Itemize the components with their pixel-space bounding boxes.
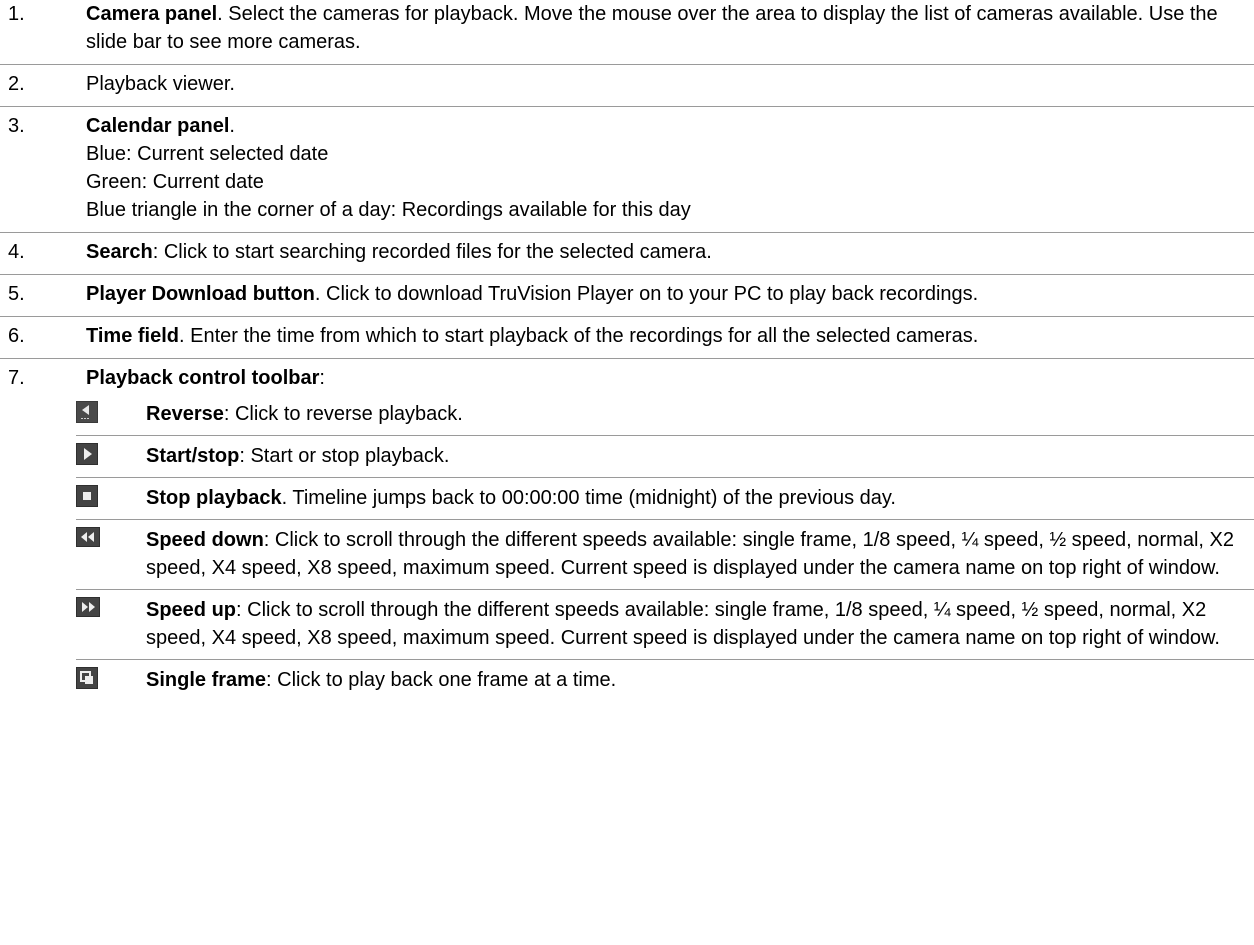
list-item: 7. Playback control toolbar: — [0, 359, 1254, 394]
item-number: 6. — [8, 325, 25, 347]
item-title: Player Download button — [86, 283, 315, 305]
toolbar-item-description: Speed down: Click to scroll through the … — [146, 529, 1234, 579]
item-description: Calendar panel. Blue: Current selected d… — [86, 112, 1254, 224]
single-frame-icon — [76, 666, 146, 689]
item-number: 5. — [8, 283, 25, 305]
play-icon — [76, 442, 146, 465]
item-description: Camera panel. Select the cameras for pla… — [86, 3, 1218, 53]
toolbar-item-title: Speed down — [146, 529, 264, 551]
item-title: Time field — [86, 325, 179, 347]
item-description: Time field. Enter the time from which to… — [86, 325, 979, 347]
item-number: 4. — [8, 241, 25, 263]
item-title: Search — [86, 241, 153, 263]
toolbar-item: Stop playback. Timeline jumps back to 00… — [76, 478, 1254, 520]
item-number: 3. — [8, 115, 25, 137]
toolbar-item-description: Start/stop: Start or stop playback. — [146, 445, 450, 467]
toolbar-item-title: Stop playback — [146, 487, 282, 509]
calendar-legend-line: Blue triangle in the corner of a day: Re… — [86, 199, 691, 221]
speed-down-icon — [76, 526, 146, 547]
list-item: 4. Search: Click to start searching reco… — [0, 233, 1254, 275]
item-description: Search: Click to start searching recorde… — [86, 241, 712, 263]
list-item: 3. Calendar panel. Blue: Current selecte… — [0, 107, 1254, 233]
list-item: 1. Camera panel. Select the cameras for … — [0, 0, 1254, 65]
toolbar-item: Speed down: Click to scroll through the … — [76, 520, 1254, 590]
toolbar-item-description: Single frame: Click to play back one fra… — [146, 669, 617, 691]
toolbar-item-title: Speed up — [146, 599, 237, 621]
item-description: Playback control toolbar: — [86, 367, 325, 389]
list-item: 6. Time field. Enter the time from which… — [0, 317, 1254, 359]
list-item: 5. Player Download button. Click to down… — [0, 275, 1254, 317]
toolbar-item-title: Single frame — [146, 669, 267, 691]
item-title: Camera panel — [86, 3, 218, 25]
item-description: Playback viewer. — [86, 73, 235, 95]
toolbar-item-description: Reverse: Click to reverse playback. — [146, 403, 463, 425]
toolbar-item: Single frame: Click to play back one fra… — [76, 660, 1254, 701]
item-number: 7. — [8, 367, 25, 389]
stop-icon — [76, 484, 146, 507]
item-number: 2. — [8, 73, 25, 95]
toolbar-item-title: Reverse — [146, 403, 224, 425]
item-title: Playback control toolbar — [86, 367, 320, 389]
toolbar-item: Speed up: Click to scroll through the di… — [76, 590, 1254, 660]
toolbar-item: Start/stop: Start or stop playback. — [76, 436, 1254, 478]
toolbar-item: Reverse: Click to reverse playback. — [76, 394, 1254, 436]
toolbar-item-description: Stop playback. Timeline jumps back to 00… — [146, 487, 896, 509]
item-title: Calendar panel — [86, 115, 230, 137]
reverse-icon — [76, 400, 146, 423]
calendar-legend-line: Green: Current date — [86, 171, 264, 193]
item-description: Player Download button. Click to downloa… — [86, 283, 979, 305]
toolbar-item-title: Start/stop — [146, 445, 240, 467]
item-number: 1. — [8, 3, 25, 25]
calendar-legend-line: Blue: Current selected date — [86, 143, 329, 165]
list-item: 2. Playback viewer. — [0, 65, 1254, 107]
document: 1. Camera panel. Select the cameras for … — [0, 0, 1254, 701]
speed-up-icon — [76, 596, 146, 617]
toolbar-item-description: Speed up: Click to scroll through the di… — [146, 599, 1220, 649]
